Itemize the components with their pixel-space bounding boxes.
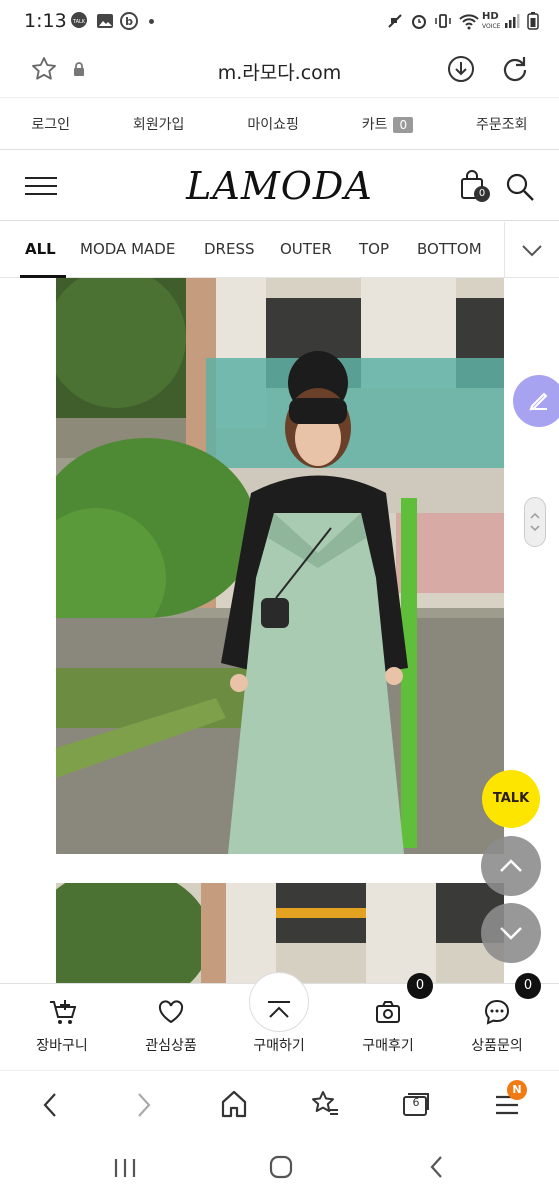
download-icon[interactable] bbox=[446, 54, 476, 84]
buy-label: 구매하기 bbox=[253, 1038, 305, 1054]
add-to-cart-button[interactable]: 장바구니 bbox=[6, 984, 118, 1070]
scroll-down-button[interactable] bbox=[481, 903, 541, 963]
category-divider bbox=[504, 222, 505, 278]
cart-link-label: 카트 bbox=[361, 117, 388, 133]
menu-new-badge: N bbox=[507, 1080, 527, 1100]
camera-icon bbox=[376, 1001, 400, 1023]
bookmarks-icon[interactable] bbox=[310, 1089, 340, 1119]
category-dress[interactable]: DRESS bbox=[204, 240, 255, 258]
forward-icon[interactable] bbox=[132, 1091, 156, 1119]
kakao-talk-button[interactable]: TALK bbox=[482, 770, 540, 828]
home-button-icon[interactable] bbox=[268, 1154, 294, 1180]
battery-icon bbox=[527, 12, 539, 30]
home-icon[interactable] bbox=[220, 1089, 248, 1119]
alarm-icon bbox=[412, 15, 426, 29]
wifi-icon bbox=[459, 14, 479, 30]
search-icon[interactable] bbox=[504, 171, 536, 203]
product-photo-2[interactable] bbox=[56, 883, 504, 983]
reload-icon[interactable] bbox=[500, 54, 530, 84]
signup-link[interactable]: 회원가입 bbox=[133, 114, 185, 134]
login-link[interactable]: 로그인 bbox=[31, 114, 70, 134]
inquiry-count-badge: 0 bbox=[515, 973, 541, 999]
hd-voice-icon: HD VOICE bbox=[482, 11, 501, 31]
system-back-icon[interactable] bbox=[426, 1154, 448, 1180]
cart-count-badge: 0 bbox=[393, 117, 414, 133]
b-app-icon: b bbox=[120, 12, 138, 30]
wishlist-label: 관심상품 bbox=[145, 1038, 197, 1054]
category-bottom[interactable]: BOTTOM bbox=[417, 240, 482, 258]
gallery-icon bbox=[97, 14, 113, 28]
chevron-down-icon[interactable] bbox=[520, 242, 544, 258]
category-outer[interactable]: OUTER bbox=[280, 240, 332, 258]
bag-count-badge: 0 bbox=[474, 186, 490, 202]
inquiry-label: 상품문의 bbox=[471, 1038, 523, 1054]
vibrate-icon bbox=[435, 14, 451, 28]
scroll-handle[interactable] bbox=[524, 497, 546, 547]
recent-apps-icon[interactable] bbox=[112, 1156, 138, 1180]
talk-icon: TALK bbox=[71, 12, 87, 28]
review-button[interactable]: 구매후기 bbox=[332, 984, 444, 1070]
browser-toolbar bbox=[0, 1070, 559, 1136]
collapse-up-icon bbox=[268, 1001, 290, 1018]
top-links: 로그인 회원가입 마이쇼핑 카트 0 주문조회 bbox=[0, 99, 559, 150]
category-nav: ALL MODA MADE DRESS OUTER TOP BOTTOM bbox=[0, 222, 559, 278]
product-photo-2-illustration bbox=[56, 883, 504, 983]
clock: 1:13 bbox=[24, 10, 67, 32]
inquiry-button[interactable]: 상품문의 bbox=[441, 984, 553, 1070]
mypage-link[interactable]: 마이쇼핑 bbox=[247, 114, 299, 134]
svg-text:TALK: TALK bbox=[72, 19, 86, 25]
review-label: 구매후기 bbox=[362, 1038, 414, 1054]
order-lookup-link[interactable]: 주문조회 bbox=[476, 114, 528, 134]
browser-address-bar: m.라모다.com bbox=[0, 44, 559, 98]
status-bar: 1:13 TALK b HD VOICE bbox=[0, 0, 559, 44]
pencil-icon bbox=[529, 392, 548, 411]
tab-count: 6 bbox=[412, 1096, 420, 1109]
category-moda-made[interactable]: MODA MADE bbox=[80, 240, 175, 258]
signal-icon bbox=[505, 14, 520, 28]
chat-bubble-icon bbox=[484, 999, 510, 1025]
back-icon[interactable] bbox=[38, 1091, 62, 1119]
product-photo[interactable] bbox=[56, 278, 504, 854]
cart-link[interactable]: 카트 0 bbox=[361, 114, 414, 134]
cart-plus-icon bbox=[50, 1000, 76, 1024]
category-top[interactable]: TOP bbox=[359, 240, 389, 258]
edit-fab[interactable] bbox=[513, 375, 559, 427]
chevron-down-icon bbox=[500, 927, 522, 940]
chevron-up-icon bbox=[500, 859, 522, 872]
site-header: LAMODA bbox=[0, 151, 559, 221]
mute-icon bbox=[388, 14, 402, 28]
svg-text:b: b bbox=[125, 15, 133, 28]
product-photo-illustration bbox=[56, 278, 504, 854]
system-nav-bar bbox=[0, 1136, 559, 1200]
notification-dot bbox=[149, 19, 154, 24]
scroll-up-button[interactable] bbox=[481, 836, 541, 896]
scroll-arrows-icon bbox=[530, 512, 540, 532]
wishlist-button[interactable]: 관심상품 bbox=[115, 984, 227, 1070]
add-to-cart-label: 장바구니 bbox=[36, 1038, 88, 1054]
review-count-badge: 0 bbox=[407, 973, 433, 999]
category-all[interactable]: ALL bbox=[25, 240, 56, 258]
product-action-bar: 장바구니 관심상품 구매하기 구매후기 상품문의 bbox=[0, 972, 559, 1070]
buy-button[interactable]: 구매하기 bbox=[223, 972, 335, 1070]
heart-icon bbox=[158, 1000, 184, 1024]
